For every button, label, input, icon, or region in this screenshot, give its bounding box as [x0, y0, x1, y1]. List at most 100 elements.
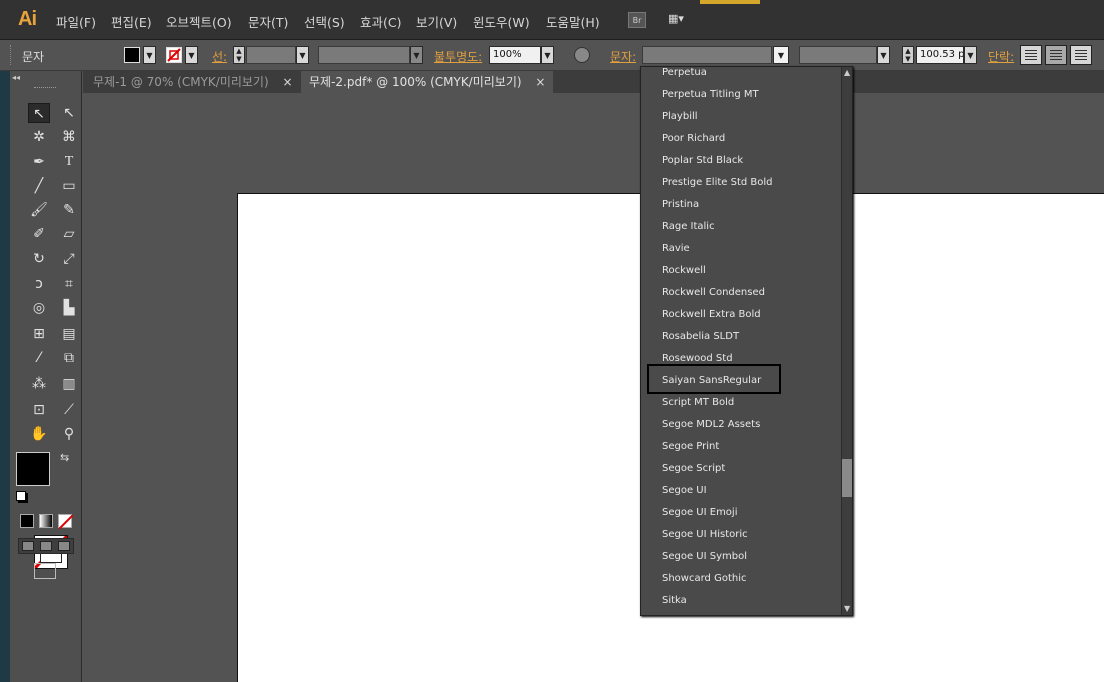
type-tool-icon[interactable]: T [58, 152, 80, 172]
tab-close-icon[interactable]: × [535, 75, 545, 89]
rectangle-tool-icon[interactable]: ▭ [58, 176, 80, 196]
stroke-weight-input[interactable] [246, 46, 296, 64]
font-list-item[interactable]: Rosewood Std [662, 353, 733, 364]
stroke-none-swatch[interactable] [166, 47, 182, 63]
shape-builder-tool-icon[interactable]: ◎ [28, 298, 50, 318]
draw-behind-button[interactable] [40, 541, 52, 551]
opacity-input[interactable]: 100% [489, 46, 541, 64]
direct-selection-tool-icon[interactable]: ↖ [58, 103, 80, 123]
font-list-item[interactable]: Segoe Print [662, 441, 719, 452]
fill-color-large-swatch[interactable] [16, 452, 50, 486]
free-transform-tool-icon[interactable]: ⌗ [58, 274, 80, 294]
stroke-weight-dropdown[interactable]: ▼ [296, 46, 309, 64]
menu-window[interactable]: 윈도우(W) [473, 12, 530, 31]
font-list-item[interactable]: Sitka [662, 595, 687, 606]
mesh-tool-icon[interactable]: ⊞ [28, 324, 50, 344]
align-center-button[interactable] [1045, 45, 1067, 65]
tab-untitled-2-pdf[interactable]: 무제-2.pdf* @ 100% (CMYK/미리보기) × [301, 71, 554, 93]
stroke-weight-stepper[interactable]: ▲ ▼ [233, 46, 245, 64]
eyedropper-tool-icon[interactable]: ⁄ [28, 348, 50, 368]
swap-fill-stroke-icon[interactable]: ⇆ [60, 451, 69, 464]
scale-tool-icon[interactable]: ⤢ [58, 249, 80, 269]
stroke-dropdown-arrow[interactable]: ▼ [185, 46, 198, 64]
font-size-dropdown-arrow[interactable]: ▼ [964, 46, 977, 64]
menu-file[interactable]: 파일(F) [56, 12, 96, 31]
font-list-item[interactable]: Poplar Std Black [662, 155, 743, 166]
rotate-tool-icon[interactable]: ↻ [28, 249, 50, 269]
font-list-item[interactable]: Rockwell Condensed [662, 287, 765, 298]
font-list-item[interactable]: Segoe UI [662, 485, 707, 496]
magic-wand-tool-icon[interactable]: ✲ [28, 127, 50, 147]
recolor-artwork-icon[interactable] [574, 47, 590, 63]
menu-object[interactable]: 오브젝트(O) [166, 12, 232, 31]
menu-help[interactable]: 도움말(H) [546, 12, 600, 31]
line-segment-tool-icon[interactable]: ╱ [28, 176, 50, 196]
gradient-tool-icon[interactable]: ▤ [58, 324, 80, 344]
symbol-sprayer-tool-icon[interactable]: ⁂ [28, 374, 50, 394]
font-list-item[interactable]: Segoe UI Symbol [662, 551, 747, 562]
collapse-panel-icon[interactable]: ◂◂ [12, 73, 20, 82]
font-family-dropdown-list[interactable]: Perpetua Perpetua Titling MT Playbill Poor … [640, 66, 853, 616]
font-list-item[interactable]: Poor Richard [662, 133, 725, 144]
gradient-mode-button[interactable] [39, 514, 53, 528]
font-list-item[interactable]: Perpetua Titling MT [662, 89, 759, 100]
artboard-tool-icon[interactable]: ⊡ [28, 400, 50, 420]
draw-normal-button[interactable] [22, 541, 34, 551]
variable-width-profile-select[interactable] [318, 46, 410, 64]
font-list-item[interactable]: Rockwell Extra Bold [662, 309, 761, 320]
font-size-stepper[interactable]: ▲ ▼ [902, 46, 914, 64]
eraser-tool-icon[interactable]: ▱ [58, 224, 80, 244]
selection-tool-icon[interactable]: ↖ [28, 103, 50, 123]
control-bar-grip[interactable] [10, 45, 12, 65]
font-list-item[interactable]: Pristina [662, 199, 699, 210]
font-list-item[interactable]: Segoe MDL2 Assets [662, 419, 760, 430]
warp-tool-icon[interactable]: ↄ [28, 274, 50, 294]
font-list-item[interactable]: Perpetua [662, 67, 707, 78]
draw-inside-button[interactable] [58, 541, 70, 551]
font-list-item[interactable]: Segoe UI Emoji [662, 507, 737, 518]
pen-tool-icon[interactable]: ✒ [28, 152, 50, 172]
scroll-down-arrow-icon[interactable]: ▼ [844, 604, 850, 613]
blob-brush-tool-icon[interactable]: ✐ [28, 224, 50, 244]
blend-tool-icon[interactable]: ⧉ [58, 348, 80, 368]
pencil-tool-icon[interactable]: ✎ [58, 200, 80, 220]
workspace-switcher-button[interactable]: ▦▾ [668, 12, 696, 28]
fill-color-swatch[interactable] [124, 47, 140, 63]
font-family-input[interactable] [642, 46, 772, 64]
font-size-input[interactable]: 100.53 p [916, 46, 964, 64]
menu-effect[interactable]: 효과(C) [360, 12, 401, 31]
font-list-item[interactable]: Prestige Elite Std Bold [662, 177, 773, 188]
font-style-input[interactable] [799, 46, 877, 64]
scroll-up-arrow-icon[interactable]: ▲ [844, 68, 850, 77]
tab-close-icon[interactable]: × [283, 75, 293, 89]
menu-edit[interactable]: 편집(E) [111, 12, 152, 31]
color-mode-button[interactable] [20, 514, 34, 528]
slice-tool-icon[interactable]: ⟋ [58, 400, 80, 420]
none-mode-button[interactable] [58, 514, 73, 529]
font-list-item[interactable]: Rage Italic [662, 221, 715, 232]
menu-view[interactable]: 보기(V) [416, 12, 457, 31]
font-list-item[interactable]: Rosabelia SLDT [662, 331, 739, 342]
font-list-scroll-thumb[interactable] [842, 459, 852, 497]
font-list-item[interactable]: Rockwell [662, 265, 706, 276]
hand-tool-icon[interactable]: ✋ [28, 424, 50, 444]
default-colors-icon[interactable] [16, 491, 26, 501]
paintbrush-tool-icon[interactable]: 🖌 [28, 200, 50, 220]
bridge-button[interactable]: Br [628, 12, 646, 28]
font-list-item[interactable]: Script MT Bold [662, 397, 734, 408]
opacity-dropdown-arrow[interactable]: ▼ [541, 46, 554, 64]
font-list-item[interactable]: Playbill [662, 111, 698, 122]
font-list-item[interactable]: Ravie [662, 243, 690, 254]
lasso-tool-icon[interactable]: ⌘ [58, 127, 80, 147]
font-list-scrollbar[interactable]: ▲ ▼ [841, 67, 852, 615]
menu-select[interactable]: 선택(S) [304, 12, 345, 31]
column-graph-tool-icon[interactable]: ▥ [58, 374, 80, 394]
align-left-button[interactable] [1020, 45, 1042, 65]
profile-dropdown-arrow[interactable]: ▼ [410, 46, 423, 64]
fill-dropdown-arrow[interactable]: ▼ [143, 46, 156, 64]
font-list-item[interactable]: Segoe Script [662, 463, 725, 474]
perspective-grid-tool-icon[interactable]: ▙ [58, 298, 80, 318]
tab-untitled-1[interactable]: 무제-1 @ 70% (CMYK/미리보기) × [85, 71, 301, 93]
font-style-dropdown-arrow[interactable]: ▼ [877, 46, 890, 64]
menu-type[interactable]: 문자(T) [248, 12, 288, 31]
